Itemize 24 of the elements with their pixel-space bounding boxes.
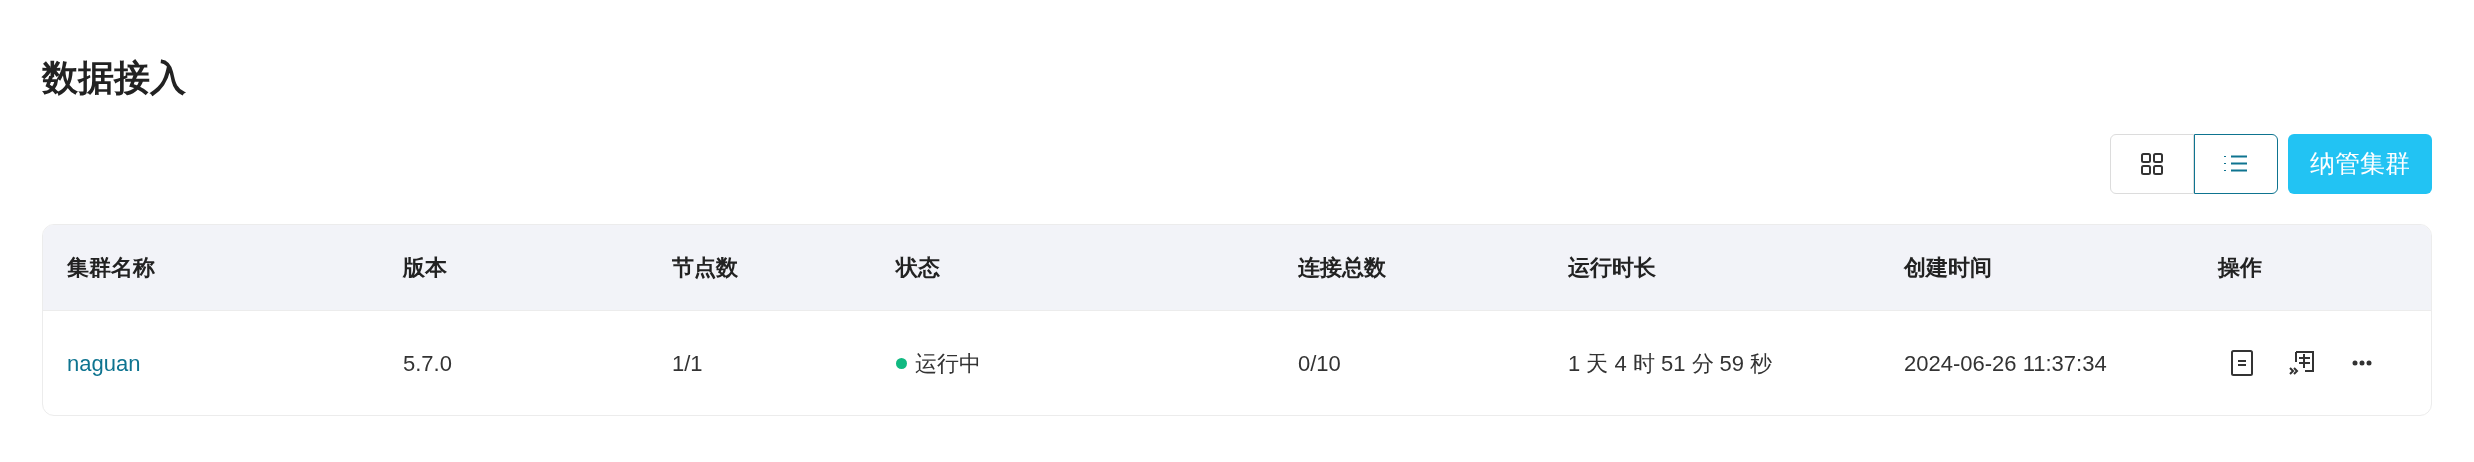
column-header: 版本 (403, 254, 447, 282)
column-header: 运行时长 (1568, 254, 1656, 282)
grid-icon (2140, 152, 2164, 176)
page-title: 数据接入 (42, 56, 186, 100)
table-cell-text: 0/10 (1298, 349, 1341, 378)
document-arrow-icon (2288, 349, 2316, 377)
view-toggle-button[interactable] (2194, 134, 2278, 194)
table-cell-text: 2024-06-26 11:37:34 (1904, 349, 2107, 378)
column-header: 状态 (896, 254, 940, 282)
column-header: 连接总数 (1298, 254, 1386, 282)
column-header: 操作 (2218, 254, 2262, 282)
column-header: 节点数 (672, 254, 738, 282)
column-header: 集群名称 (67, 254, 155, 282)
migrate-button[interactable] (2288, 349, 2316, 377)
detail-button[interactable] (2230, 349, 2254, 377)
document-icon (2231, 350, 2253, 376)
table-cell-text: 5.7.0 (403, 349, 452, 378)
column-header: 创建时间 (1904, 254, 1992, 282)
table-cell-text: 1/1 (672, 349, 703, 378)
status-text: 运行中 (915, 349, 981, 378)
more-icon (2352, 360, 2372, 366)
table-cell-text: 1 天 4 时 51 分 59 秒 (1568, 349, 1773, 378)
cluster-name-link[interactable]: naguan (67, 346, 141, 380)
list-icon (2223, 153, 2249, 175)
